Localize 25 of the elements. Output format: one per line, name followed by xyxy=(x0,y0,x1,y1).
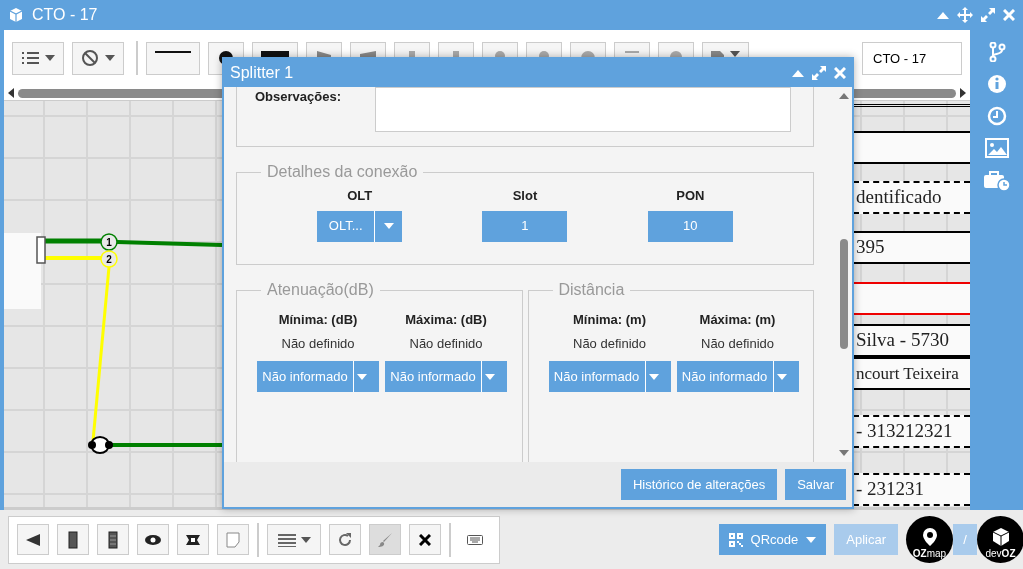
field-label: Mínima: (m) xyxy=(573,311,646,329)
window-title: CTO - 17 xyxy=(32,5,99,25)
field-label: OLT xyxy=(347,187,373,205)
field-label: Máxima: (m) xyxy=(699,311,776,329)
field-label: Slot xyxy=(512,187,538,205)
row-label: - 231231 xyxy=(856,477,925,502)
field-label: PON xyxy=(676,187,705,205)
row-label: ncourt Teixeira xyxy=(856,362,959,385)
dialog-title: Splitter 1 xyxy=(230,63,295,83)
row-label: Silva - 5730 xyxy=(856,328,949,353)
row-label: 395 xyxy=(856,235,885,260)
logo-text: OZmap xyxy=(912,549,947,559)
field-value: Não definido xyxy=(409,334,483,353)
fieldset-legend: Atenuação(dB) xyxy=(261,283,380,298)
row-label: dentificado xyxy=(856,185,942,210)
field-label: Mínima: (dB) xyxy=(278,311,358,329)
field-value: Não definido xyxy=(281,334,355,353)
fieldset-legend: Detalhes da conexão xyxy=(261,164,424,180)
field-label: Máxima: (dB) xyxy=(405,311,487,329)
field-value: Não definido xyxy=(573,334,646,353)
fieldset-legend: Distância xyxy=(552,283,631,298)
logo-text: devOZ xyxy=(985,549,1016,559)
row-label: - 313212321 xyxy=(856,419,953,444)
field-value: Não definido xyxy=(701,334,774,353)
observations-label: Observações: xyxy=(255,88,342,106)
